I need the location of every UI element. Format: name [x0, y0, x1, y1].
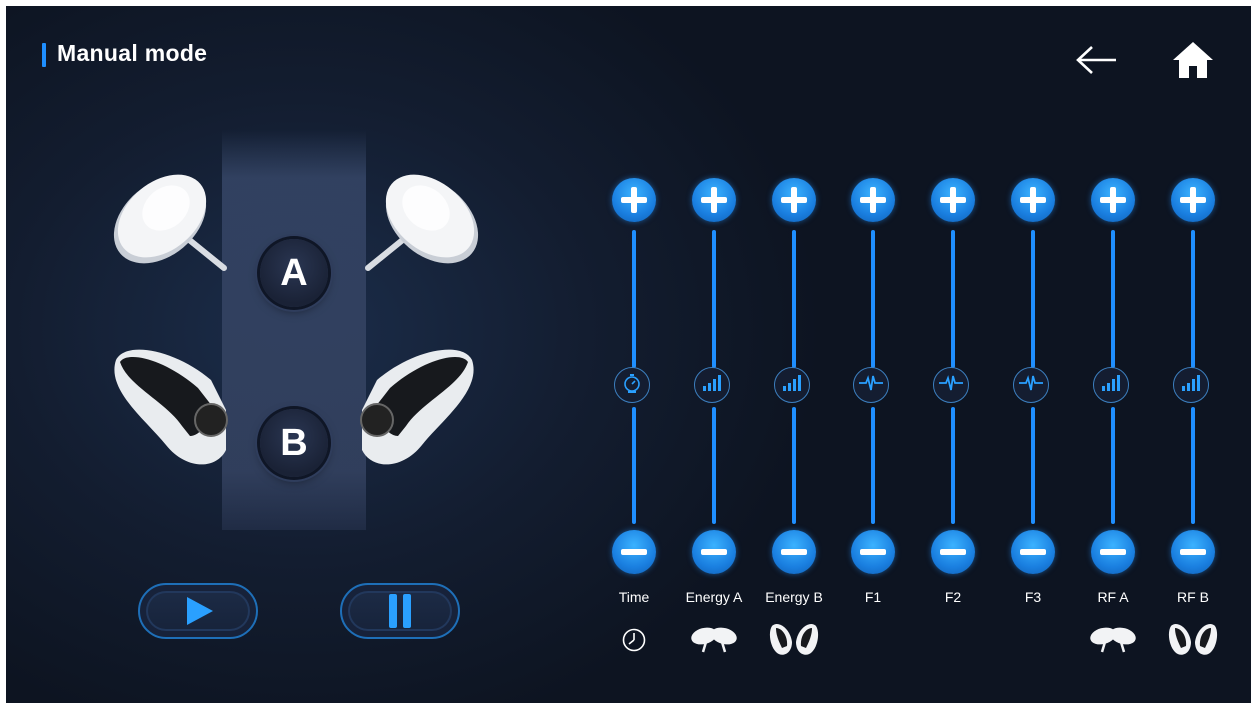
- applicator-b-left: [114, 349, 228, 465]
- slider-knob[interactable]: [614, 367, 650, 403]
- signal-bars-icon: [701, 373, 723, 398]
- slider-track-lower[interactable]: [1111, 407, 1115, 524]
- applicator-b-right: [360, 349, 474, 465]
- increase-button[interactable]: [1011, 178, 1055, 222]
- slider-knob[interactable]: [933, 367, 969, 403]
- back-button[interactable]: [1074, 40, 1120, 85]
- decrease-button[interactable]: [1091, 530, 1135, 574]
- applicator-a-right: [365, 174, 479, 271]
- slider-track-upper[interactable]: [792, 230, 796, 368]
- increase-button[interactable]: [1171, 178, 1215, 222]
- slider-track-lower[interactable]: [632, 407, 636, 524]
- home-icon: [1173, 42, 1213, 78]
- slider-track-lower[interactable]: [792, 407, 796, 524]
- increase-button[interactable]: [851, 178, 895, 222]
- pause-icon: [389, 594, 411, 628]
- slider-track-lower[interactable]: [712, 407, 716, 524]
- decrease-button[interactable]: [772, 530, 816, 574]
- applicator-a-icon: [688, 620, 740, 660]
- page-title: Manual mode: [57, 40, 208, 66]
- slider-track-upper[interactable]: [1111, 230, 1115, 368]
- slider-track-upper[interactable]: [632, 230, 636, 368]
- play-button[interactable]: [138, 583, 258, 639]
- decrease-button[interactable]: [612, 530, 656, 574]
- pause-button[interactable]: [340, 583, 460, 639]
- clock-icon: [608, 620, 660, 660]
- pulse-wave-icon: [858, 373, 884, 398]
- increase-button[interactable]: [931, 178, 975, 222]
- decrease-button[interactable]: [851, 530, 895, 574]
- slider-label: RF B: [1177, 589, 1209, 605]
- home-button[interactable]: [1171, 38, 1215, 85]
- applicator-b-icon: [1167, 620, 1219, 660]
- slider-knob[interactable]: [1173, 367, 1209, 403]
- slider-track-lower[interactable]: [1031, 407, 1035, 524]
- slider-track-lower[interactable]: [1191, 407, 1195, 524]
- signal-bars-icon: [781, 373, 803, 398]
- signal-bars-icon: [1100, 373, 1122, 398]
- increase-button[interactable]: [772, 178, 816, 222]
- decrease-button[interactable]: [931, 530, 975, 574]
- applicator-a-icon: [1087, 620, 1139, 660]
- slider-track-upper[interactable]: [712, 230, 716, 368]
- increase-button[interactable]: [1091, 178, 1135, 222]
- slider-knob[interactable]: [1093, 367, 1129, 403]
- decrease-button[interactable]: [1171, 530, 1215, 574]
- slider-knob[interactable]: [774, 367, 810, 403]
- slider-track-upper[interactable]: [951, 230, 955, 368]
- slider-track-lower[interactable]: [871, 407, 875, 524]
- increase-button[interactable]: [692, 178, 736, 222]
- decrease-button[interactable]: [692, 530, 736, 574]
- applicator-b-icon: [768, 620, 820, 660]
- arrow-left-icon: [1076, 46, 1116, 74]
- slider-track-upper[interactable]: [1191, 230, 1195, 368]
- stopwatch-icon: [621, 372, 643, 399]
- decrease-button[interactable]: [1011, 530, 1055, 574]
- pulse-wave-icon: [1018, 373, 1044, 398]
- slider-knob[interactable]: [1013, 367, 1049, 403]
- slider-track-upper[interactable]: [871, 230, 875, 368]
- slider-track-upper[interactable]: [1031, 230, 1035, 368]
- zone-b-button[interactable]: B: [260, 409, 328, 477]
- zone-a-button[interactable]: A: [260, 239, 328, 307]
- pulse-wave-icon: [938, 373, 964, 398]
- slider-track-lower[interactable]: [951, 407, 955, 524]
- slider-knob[interactable]: [694, 367, 730, 403]
- signal-bars-icon: [1180, 373, 1202, 398]
- applicator-a-left: [113, 174, 227, 271]
- slider-knob[interactable]: [853, 367, 889, 403]
- title-accent-bar: [42, 43, 46, 67]
- increase-button[interactable]: [612, 178, 656, 222]
- play-icon: [187, 597, 213, 625]
